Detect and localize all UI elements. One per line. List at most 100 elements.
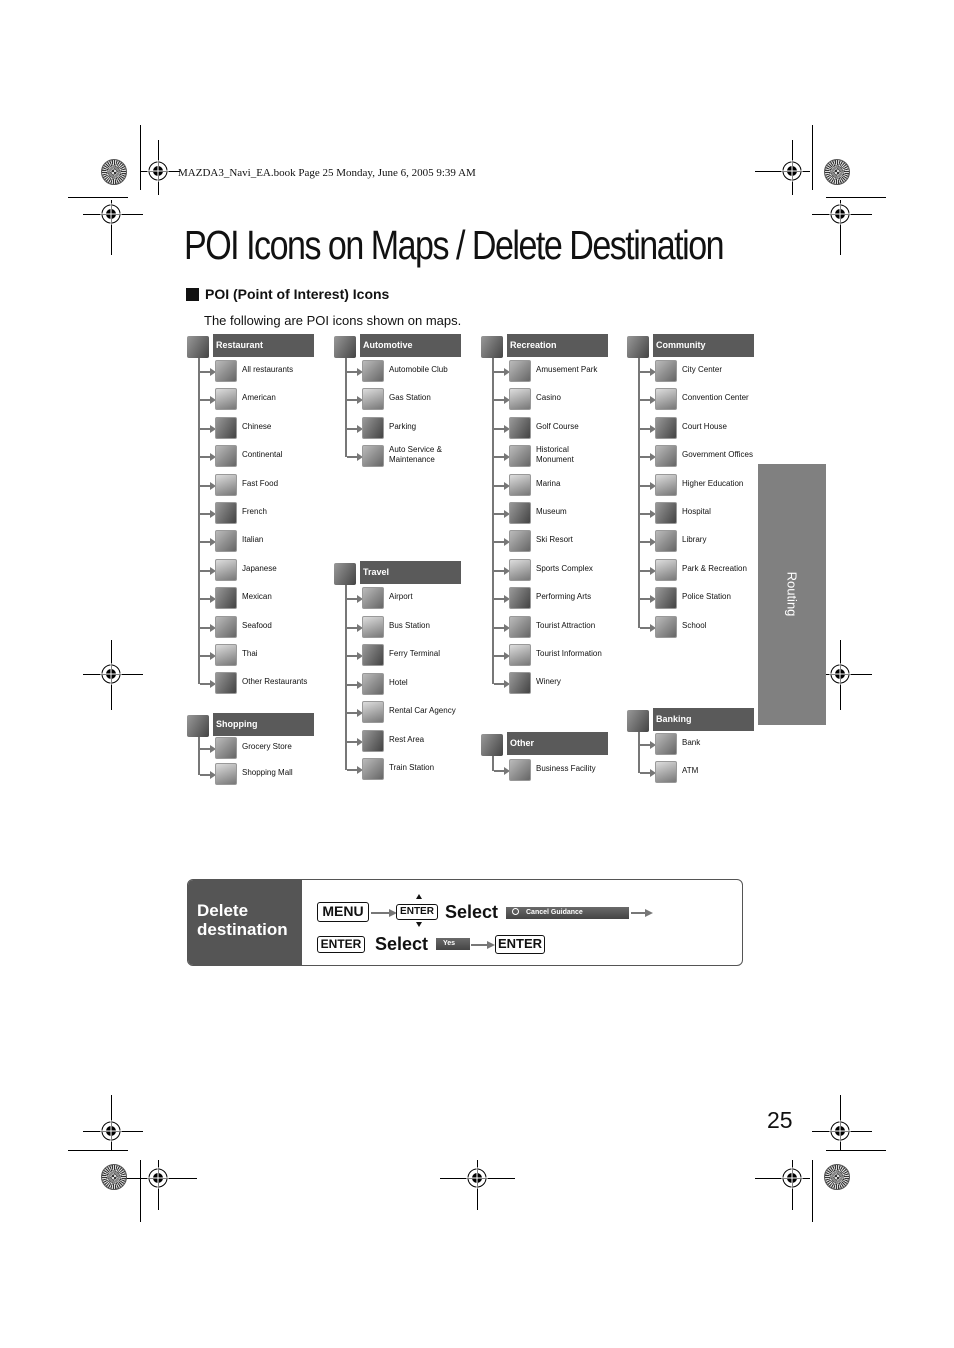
select-word: Select	[375, 934, 429, 954]
poi-label: Mexican	[242, 592, 272, 602]
poi-label: Historical Monument	[536, 445, 574, 465]
poi-icon	[215, 445, 237, 468]
poi-icon	[509, 502, 531, 524]
tree-arrow-icon	[347, 709, 363, 717]
poi-label: Ski Resort	[536, 535, 573, 545]
joystick-up-icon	[416, 894, 422, 899]
tree-arrow-icon	[494, 368, 510, 376]
poi-item: Bank	[627, 733, 767, 757]
category-header: Restaurant	[187, 334, 315, 358]
category-automotive: Automotive Automobile Club Gas Station Park…	[334, 334, 462, 468]
category-title: Travel	[360, 561, 461, 584]
enter-key: ENTER	[495, 935, 545, 954]
registration-mark-icon	[100, 203, 122, 225]
poi-label: Other Restaurants	[242, 677, 308, 687]
poi-icon	[509, 615, 531, 638]
registration-mark-icon	[147, 1167, 169, 1189]
poi-item: Grocery Store	[187, 737, 327, 761]
poi-item: Fast Food	[187, 473, 327, 498]
poi-label: Marina	[536, 478, 561, 488]
tree-arrow-icon	[494, 538, 510, 547]
tree-arrow-icon	[640, 623, 656, 632]
side-tab-label: Routing	[784, 571, 800, 617]
poi-icon	[655, 416, 677, 439]
poi-icon	[215, 763, 237, 785]
tree-arrow-icon	[347, 424, 363, 433]
poi-item: Historical Monument	[481, 445, 621, 469]
category-header: Shopping	[187, 713, 315, 737]
poi-label: Police Station	[682, 592, 731, 602]
poi-icon	[655, 558, 677, 581]
cancel-guidance-label: Cancel Guidance	[526, 909, 583, 916]
poi-item: Thai	[187, 644, 327, 668]
category-title: Automotive	[360, 334, 461, 357]
poi-item: Chinese	[187, 416, 327, 441]
poi-icon	[362, 445, 384, 468]
poi-label: All restaurants	[242, 365, 294, 374]
category-header: Banking	[627, 708, 755, 732]
poi-icon	[655, 733, 677, 755]
tree-arrow-icon	[200, 481, 216, 490]
poi-icon	[655, 360, 677, 382]
poi-icon	[509, 672, 531, 695]
tree-arrow-icon	[640, 595, 656, 604]
poi-label: Gas Station	[389, 393, 431, 403]
car-icon	[334, 336, 356, 358]
poi-item: Court House	[627, 416, 767, 441]
category-title: Other	[507, 732, 608, 755]
registration-mark-icon	[100, 663, 122, 685]
poi-label: Shopping Mall	[242, 768, 293, 777]
community-icon	[627, 336, 649, 358]
tree-arrow-icon	[200, 424, 216, 433]
poi-icon	[215, 388, 237, 411]
poi-item: Auto Service & Maintenance	[334, 445, 474, 469]
poi-icon	[655, 761, 677, 783]
poi-label: Performing Arts	[536, 592, 592, 602]
category-shopping: Shopping Grocery Store Shopping Mall	[187, 713, 315, 785]
poi-icon	[215, 672, 237, 695]
poi-label: Rental Car Agency	[389, 706, 456, 715]
poi-item: School	[627, 615, 767, 640]
tree-arrow-icon	[200, 680, 216, 689]
tree-arrow-icon	[200, 623, 216, 632]
poi-label: Casino	[536, 393, 561, 403]
tree-arrow-icon	[640, 453, 656, 462]
routing-side-tab[interactable]: Routing	[758, 464, 826, 725]
poi-label: Continental	[242, 450, 283, 460]
poi-item: Winery	[481, 672, 621, 696]
registration-mark-icon	[466, 1167, 488, 1189]
poi-label: ATM	[682, 766, 699, 775]
tree-arrow-icon	[347, 396, 363, 405]
poi-icon	[655, 530, 677, 553]
poi-label: Park & Recreation	[682, 563, 747, 573]
poi-icon	[215, 644, 237, 666]
tree-arrow-icon	[347, 766, 363, 774]
tree-arrow-icon	[640, 769, 656, 777]
poi-label: Golf Course	[536, 421, 579, 431]
poi-item: Other Restaurants	[187, 672, 327, 696]
category-header: Recreation	[481, 334, 609, 358]
tree-arrow-icon	[347, 623, 363, 632]
poi-label: American	[242, 393, 276, 403]
poi-label: Parking	[389, 421, 417, 431]
prohibit-icon	[512, 908, 519, 915]
joystick-down-icon	[416, 922, 422, 927]
poi-icon	[362, 672, 384, 695]
flow-arrow	[471, 941, 495, 948]
poi-item: Tourist Information	[481, 644, 621, 668]
poi-icon	[362, 644, 384, 666]
poi-item: Japanese	[187, 558, 327, 583]
category-header: Community	[627, 334, 755, 358]
tree-arrow-icon	[640, 741, 656, 749]
tree-arrow-icon	[494, 396, 510, 405]
poi-label: Italian	[242, 535, 264, 545]
tree-arrow-icon	[347, 680, 363, 689]
poi-label: School	[682, 620, 707, 630]
poi-icon	[655, 445, 677, 468]
poi-icon	[215, 615, 237, 638]
poi-item: Parking	[334, 416, 474, 441]
section-intro: The following are POI icons shown on map…	[204, 313, 462, 328]
poi-item: Tourist Attraction	[481, 615, 621, 640]
tree-arrow-icon	[494, 623, 510, 632]
poi-label: Thai	[242, 649, 258, 658]
